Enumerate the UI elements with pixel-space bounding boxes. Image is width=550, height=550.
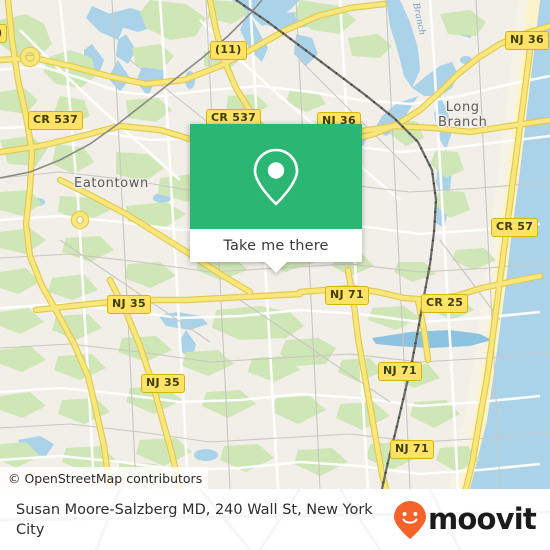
location-pin-icon bbox=[253, 148, 299, 205]
location-title: Susan Moore-Salzberg MD, 240 Wall St, Ne… bbox=[16, 501, 373, 538]
shield-nj-35-south[interactable]: NJ 35 bbox=[141, 374, 185, 393]
moovit-smiley-pin-icon bbox=[394, 500, 427, 539]
shield-nj-71-mid[interactable]: NJ 71 bbox=[378, 362, 422, 381]
popup-pointer-tail bbox=[265, 262, 287, 273]
take-me-there-popup[interactable]: Take me there bbox=[190, 124, 362, 273]
shield-nj-71-south[interactable]: NJ 71 bbox=[390, 440, 434, 459]
shield-11[interactable]: (11) bbox=[210, 41, 247, 60]
shield-clipped-left[interactable]: ) bbox=[0, 24, 8, 43]
shield-cr-537-west[interactable]: CR 537 bbox=[28, 111, 84, 130]
footer-bar: Susan Moore-Salzberg MD, 240 Wall St, Ne… bbox=[0, 489, 550, 550]
map-canvas[interactable]: Eatontown Long Branch Branch ) (11) NJ 3… bbox=[0, 0, 550, 489]
osm-attribution[interactable]: © OpenStreetMap contributors bbox=[0, 467, 209, 489]
shield-cr-25[interactable]: CR 25 bbox=[421, 294, 469, 313]
shield-nj-71-north[interactable]: NJ 71 bbox=[325, 286, 369, 305]
moovit-wordmark: moovit bbox=[428, 502, 537, 536]
map-screenshot: Eatontown Long Branch Branch ) (11) NJ 3… bbox=[0, 0, 550, 550]
moovit-logo[interactable]: moovit bbox=[393, 500, 537, 540]
footer-content: Susan Moore-Salzberg MD, 240 Wall St, Ne… bbox=[0, 489, 550, 550]
osm-attribution-text: © OpenStreetMap contributors bbox=[8, 470, 203, 486]
shield-cr-57[interactable]: CR 57 bbox=[491, 218, 539, 237]
shield-nj-35-north[interactable]: NJ 35 bbox=[107, 295, 151, 314]
take-me-there-button[interactable]: Take me there bbox=[190, 229, 362, 262]
popup-image-panel bbox=[190, 124, 362, 229]
take-me-there-label: Take me there bbox=[223, 237, 329, 254]
shield-nj-36-east[interactable]: NJ 36 bbox=[505, 31, 549, 50]
